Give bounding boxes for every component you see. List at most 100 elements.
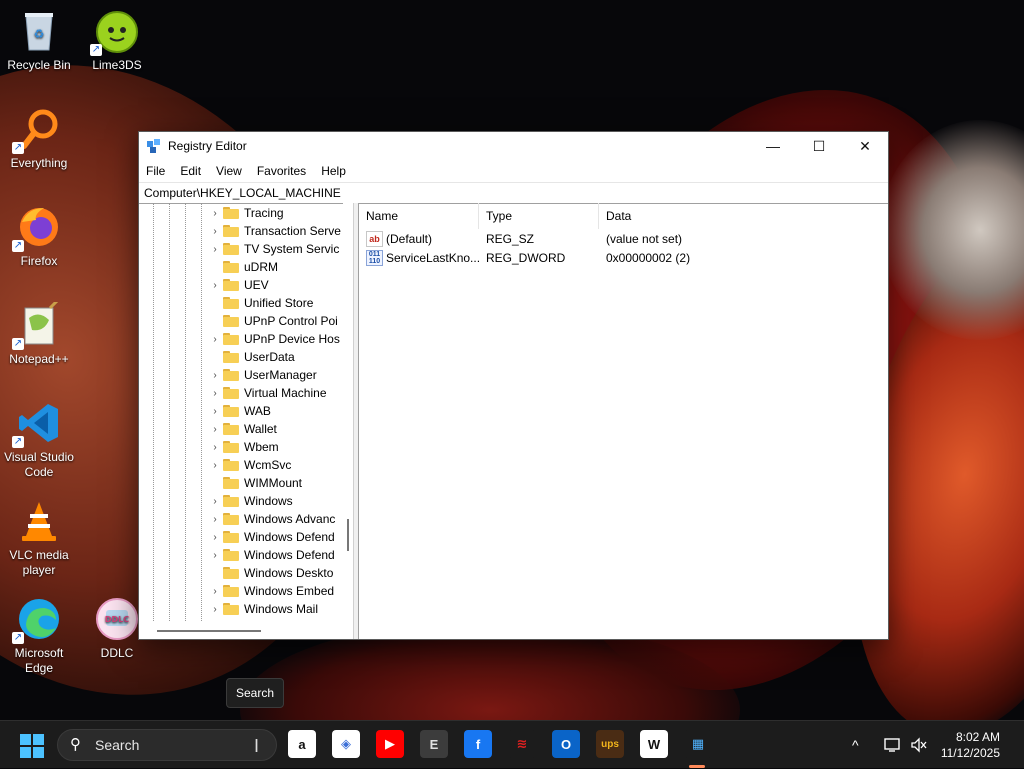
tree-item[interactable]: › Tracing — [139, 204, 283, 222]
tray-volume[interactable] — [910, 721, 928, 769]
close-button[interactable]: ✕ — [842, 132, 888, 160]
column-header-data[interactable]: Data — [599, 203, 799, 229]
title-bar[interactable]: Registry Editor — ☐ ✕ — [139, 132, 888, 160]
expand-chevron-icon[interactable]: › — [208, 370, 222, 381]
epic-games-icon[interactable]: E — [420, 730, 448, 758]
tree-item[interactable]: ›UserData — [139, 348, 295, 366]
expand-chevron-icon[interactable]: › — [208, 334, 222, 345]
tree-item-label: Unified Store — [244, 296, 314, 310]
expand-chevron-icon[interactable]: › — [208, 388, 222, 399]
folder-icon — [223, 225, 239, 237]
app-red-stripes-icon[interactable]: ≋ — [508, 730, 536, 758]
tree-item[interactable]: › WcmSvc — [139, 456, 291, 474]
tray-network[interactable] — [884, 721, 902, 769]
tree-item[interactable]: › Wallet — [139, 420, 277, 438]
tree-item[interactable]: › UPnP Device Hos — [139, 330, 340, 348]
value-row[interactable]: 011 110 ServiceLastKno... REG_DWORD 0x00… — [359, 248, 888, 267]
wikipedia-icon[interactable]: W — [640, 730, 668, 758]
values-list-header: Name Type Data — [359, 203, 888, 229]
tree-item[interactable]: › TV System Servic — [139, 240, 339, 258]
expand-chevron-icon[interactable]: › — [208, 550, 222, 561]
menu-help[interactable]: Help — [314, 164, 354, 178]
taskbar-clock[interactable]: 8:02 AM 11/12/2025 — [941, 729, 1000, 761]
values-list-pane[interactable]: Name Type Data ab (Default) REG_SZ (valu… — [359, 203, 888, 639]
tree-item-label: TV System Servic — [244, 242, 340, 256]
folder-icon — [223, 279, 239, 291]
desktop-icon-vlc[interactable]: VLC media player — [0, 498, 78, 578]
expand-chevron-icon[interactable]: › — [208, 586, 222, 597]
expand-chevron-icon[interactable]: › — [208, 532, 222, 543]
folder-icon — [223, 405, 239, 417]
ups-icon[interactable]: ups — [596, 730, 624, 758]
tree-item[interactable]: › WAB — [139, 402, 271, 420]
folder-icon — [223, 513, 239, 525]
chevron-up-icon: ^ — [852, 737, 859, 753]
desktop-icon-vscode[interactable]: ↗ Visual Studio Code — [0, 400, 78, 480]
tree-item[interactable]: ›WIMMount — [139, 474, 302, 492]
taskbar-search-box[interactable]: ⚲ Search — [57, 729, 277, 761]
expand-chevron-icon[interactable]: › — [208, 406, 222, 417]
tree-item[interactable]: › Windows Mail — [139, 600, 318, 618]
tree-item[interactable]: › Transaction Serve — [139, 222, 341, 240]
tree-horizontal-scroll-thumb[interactable] — [157, 630, 261, 632]
menu-edit[interactable]: Edit — [173, 164, 209, 178]
registry-tree-pane[interactable]: › Tracing › Transaction Serve › TV System Ser… — [139, 203, 354, 639]
address-bar[interactable]: Computer\HKEY_LOCAL_MACHINE — [139, 182, 888, 204]
menu-view[interactable]: View — [209, 164, 250, 178]
amazon-icon[interactable]: a — [288, 730, 316, 758]
tree-item[interactable]: › Windows — [139, 492, 292, 510]
tray-overflow-button[interactable]: ^ — [852, 721, 859, 769]
copilot-icon[interactable]: ◈ — [332, 730, 360, 758]
tree-item[interactable]: › Windows Defend — [139, 528, 334, 546]
folder-icon — [223, 495, 239, 507]
expand-chevron-icon[interactable]: › — [208, 496, 222, 507]
tree-item-label: Windows Mail — [244, 602, 319, 616]
tree-item-label: UserManager — [244, 368, 317, 382]
tree-item[interactable]: › UEV — [139, 276, 268, 294]
desktop-icon-edge[interactable]: ↗ Microsoft Edge — [0, 596, 78, 676]
expand-chevron-icon[interactable]: › — [208, 604, 222, 615]
tree-item[interactable]: ›UPnP Control Poi — [139, 312, 338, 330]
youtube-icon[interactable]: ▶ — [376, 730, 404, 758]
tree-item[interactable]: › Windows Embed — [139, 582, 334, 600]
registry-editor-window[interactable]: Registry Editor — ☐ ✕ File Edit View Fav… — [138, 131, 889, 640]
expand-chevron-icon[interactable]: › — [208, 424, 222, 435]
tree-item-label: Wallet — [244, 422, 277, 436]
expand-chevron-icon[interactable]: › — [208, 226, 222, 237]
menu-file[interactable]: File — [139, 164, 173, 178]
tree-item[interactable]: › UserManager — [139, 366, 317, 384]
tree-item[interactable]: ›Unified Store — [139, 294, 313, 312]
column-header-name[interactable]: Name — [359, 203, 479, 229]
registry-editor-icon[interactable]: ▦ — [684, 730, 712, 758]
facebook-icon[interactable]: f — [464, 730, 492, 758]
tree-item[interactable]: › Virtual Machine — [139, 384, 326, 402]
minimize-button[interactable]: — — [750, 132, 796, 160]
string-value-icon: ab — [366, 230, 383, 247]
tree-item[interactable]: › Windows Advanc — [139, 510, 335, 528]
outlook-icon[interactable]: O — [552, 730, 580, 758]
desktop-icon-recycle-bin[interactable]: ♻ Recycle Bin — [0, 8, 78, 73]
value-row[interactable]: ab (Default) REG_SZ (value not set) — [359, 229, 888, 248]
start-button[interactable] — [20, 734, 44, 758]
tree-vertical-scrollbar[interactable] — [343, 203, 353, 621]
tree-item[interactable]: › Windows Defend — [139, 546, 334, 564]
desktop-icon-lime3ds[interactable]: ↗ Lime3DS — [78, 8, 156, 73]
expand-chevron-icon[interactable]: › — [208, 280, 222, 291]
column-header-type[interactable]: Type — [479, 203, 599, 229]
tree-item[interactable]: ›uDRM — [139, 258, 278, 276]
menu-favorites[interactable]: Favorites — [250, 164, 314, 178]
desktop-icon-everything[interactable]: ↗ Everything — [0, 106, 78, 171]
maximize-button[interactable]: ☐ — [796, 132, 842, 160]
expand-chevron-icon[interactable]: › — [208, 514, 222, 525]
svg-text:DDLC: DDLC — [105, 615, 129, 624]
desktop-icon-firefox[interactable]: ↗ Firefox — [0, 204, 78, 269]
tree-horizontal-scrollbar[interactable] — [139, 621, 353, 639]
expand-chevron-icon[interactable]: › — [208, 208, 222, 219]
tree-vertical-scroll-thumb[interactable] — [347, 519, 349, 551]
expand-chevron-icon[interactable]: › — [208, 460, 222, 471]
tree-item[interactable]: › Wbem — [139, 438, 278, 456]
expand-chevron-icon[interactable]: › — [208, 244, 222, 255]
expand-chevron-icon[interactable]: › — [208, 442, 222, 453]
desktop-icon-notepadpp[interactable]: ↗ Notepad++ — [0, 298, 78, 367]
tree-item[interactable]: ›Windows Deskto — [139, 564, 333, 582]
